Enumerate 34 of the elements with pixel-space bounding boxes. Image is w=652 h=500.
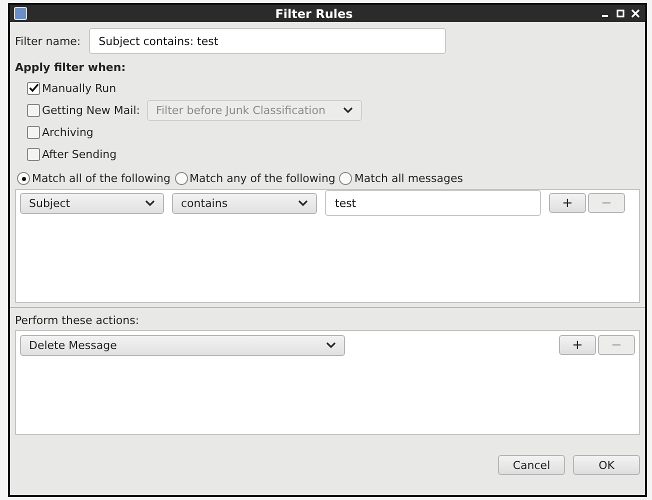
- checkbox-option[interactable]: Getting New Mail:: [27, 104, 140, 116]
- section-heading: Apply filter when:: [15, 61, 127, 74]
- radio-button[interactable]: [339, 172, 352, 185]
- window-title: Filter Rules: [274, 6, 354, 20]
- dialog-button[interactable]: OK: [573, 455, 640, 475]
- field-dropdown[interactable]: Subject: [20, 192, 164, 214]
- checkbox-option[interactable]: After Sending: [27, 148, 117, 160]
- chevron-down-icon: [326, 342, 336, 348]
- checkbox[interactable]: [27, 104, 40, 116]
- chevron-down-icon: [145, 200, 155, 206]
- chevron-down-icon: [298, 200, 308, 206]
- radio-option[interactable]: Match any of the following: [174, 172, 336, 185]
- operator-dropdown[interactable]: contains: [172, 192, 317, 214]
- field-label: Filter name:: [15, 34, 81, 48]
- value-field[interactable]: test: [325, 190, 541, 216]
- checkbox[interactable]: [27, 82, 40, 94]
- maximize-icon[interactable]: [616, 9, 625, 18]
- dialog-button[interactable]: Cancel: [498, 455, 565, 475]
- close-icon[interactable]: [631, 9, 640, 18]
- checkbox[interactable]: [27, 148, 40, 160]
- checkbox-option[interactable]: Archiving: [27, 126, 94, 138]
- radio-option[interactable]: Match all of the following: [17, 172, 171, 185]
- chevron-down-icon: [342, 106, 353, 114]
- radio-button[interactable]: [17, 172, 30, 185]
- radio-button[interactable]: [174, 172, 188, 185]
- add-button[interactable]: +: [549, 193, 586, 213]
- checkbox-option[interactable]: Manually Run: [27, 82, 116, 94]
- checkbox[interactable]: [27, 126, 40, 138]
- action-dropdown[interactable]: Delete Message: [20, 334, 345, 356]
- filter-name-field[interactable]: Subject contains: test: [88, 28, 446, 54]
- section-heading: Perform these actions:: [15, 314, 140, 327]
- add-button[interactable]: +: [559, 335, 596, 355]
- radio-option[interactable]: Match all messages: [339, 172, 463, 185]
- window-icon: [14, 7, 27, 20]
